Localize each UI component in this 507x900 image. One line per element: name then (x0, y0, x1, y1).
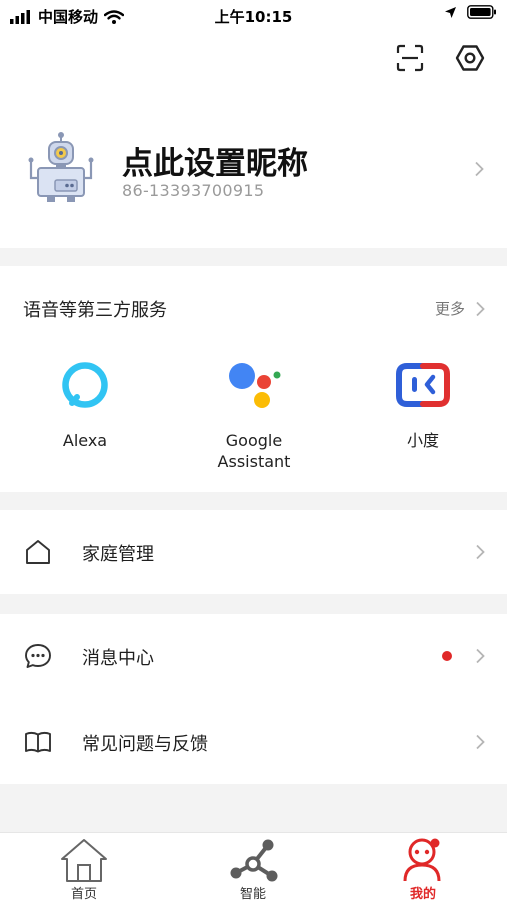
faq-feedback-label: 常见问题与反馈 (82, 734, 208, 755)
clock: 上午10:15 (214, 8, 293, 26)
robot-avatar[interactable] (25, 132, 95, 204)
profile-chevron-right-icon[interactable] (474, 161, 484, 177)
more-label: 更多 (434, 300, 465, 318)
xiaodu-icon (396, 363, 450, 407)
alexa-icon (62, 362, 108, 408)
service-label-google-assistant: Google Assistant (217, 431, 291, 471)
settings-button[interactable] (455, 43, 485, 73)
house-icon (61, 839, 107, 882)
connected-nodes-icon (230, 839, 278, 882)
service-label-alexa: Alexa (62, 431, 108, 450)
scan-button[interactable] (395, 43, 425, 73)
profile-header: 点此设置昵称 86-13393700915 (0, 30, 507, 248)
message-center-label: 消息中心 (82, 648, 154, 669)
help-card: 消息中心 常见问题与反馈 (0, 614, 507, 784)
service-google-assistant[interactable]: Google Assistant (184, 358, 324, 472)
tab-mine[interactable]: 我的 (368, 835, 478, 900)
tab-smart-label: 智能 (239, 887, 266, 900)
services-title: 语音等第三方服务 (23, 300, 167, 321)
faq-feedback-chevron-icon (476, 734, 485, 750)
location-arrow-icon (445, 6, 456, 18)
bottom-tab-bar: 首页 智能 我的 (0, 832, 507, 900)
service-xiaodu[interactable]: 小度 (353, 358, 493, 451)
status-bar: 中国移动 上午10:15 (0, 0, 507, 30)
service-label-xiaodu: 小度 (406, 431, 439, 450)
service-alexa[interactable]: Alexa (15, 358, 155, 451)
tab-mine-label: 我的 (409, 887, 436, 900)
unread-dot (442, 651, 452, 661)
tab-smart[interactable]: 智能 (198, 835, 308, 900)
robot-avatar-icon (28, 132, 94, 202)
settings-hexagon-icon (455, 45, 485, 71)
tab-home[interactable]: 首页 (29, 835, 139, 900)
status-right (444, 5, 497, 19)
mine-page: 中国移动 上午10:15 点此设置昵称 86-13393700915 语音等第三… (0, 0, 507, 900)
message-center-row[interactable]: 消息中心 (0, 614, 507, 698)
scan-icon (396, 44, 424, 72)
profile-face-icon (403, 838, 441, 882)
home-management-chevron-icon (476, 544, 485, 560)
home-outline-icon (26, 540, 50, 564)
faq-feedback-row[interactable]: 常见问题与反馈 (0, 700, 507, 784)
tab-home-label: 首页 (70, 887, 97, 900)
home-management-card: 家庭管理 (0, 510, 507, 594)
phone-number: 86-13393700915 (122, 181, 265, 200)
google-assistant-icon (229, 363, 281, 408)
message-center-chevron-icon (476, 648, 485, 664)
services-more-button[interactable]: 更多 (435, 298, 485, 319)
message-bubble-icon (25, 644, 51, 668)
more-chevron-right-icon (476, 301, 485, 316)
nickname-label[interactable]: 点此设置昵称 (122, 138, 308, 183)
open-book-icon (25, 731, 51, 753)
home-management-row[interactable]: 家庭管理 (0, 510, 507, 594)
battery-icon (467, 5, 496, 19)
home-management-label: 家庭管理 (82, 544, 154, 565)
third-party-services-card: 语音等第三方服务 更多 Alexa Google Assistant 小度 (0, 266, 507, 492)
